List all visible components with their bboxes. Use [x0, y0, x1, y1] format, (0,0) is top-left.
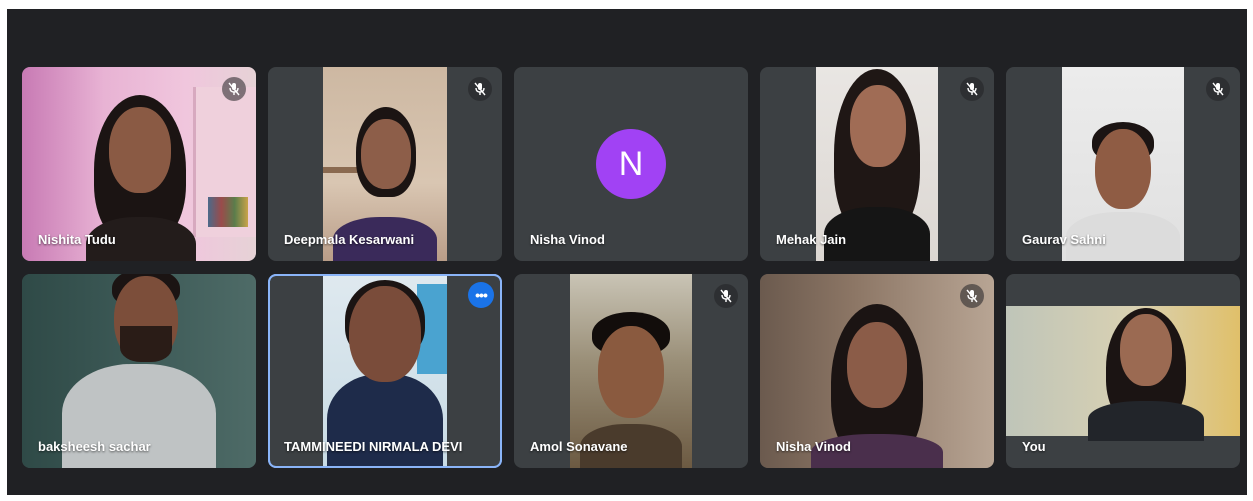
participant-tile[interactable]: Mehak Jain [760, 67, 994, 261]
beard [120, 326, 172, 362]
participant-name: Gaurav Sahni [1022, 232, 1106, 247]
participant-tile[interactable]: Deepmala Kesarwani [268, 67, 502, 261]
participant-name: Amol Sonavane [530, 439, 628, 454]
participant-tile[interactable]: N Nisha Vinod [514, 67, 748, 261]
participant-tile[interactable]: Nisha Vinod [760, 274, 994, 468]
participant-tile[interactable]: Nishita Tudu [22, 67, 256, 261]
more-options-button[interactable]: ••• [468, 282, 494, 308]
participant-name: Nisha Vinod [776, 439, 851, 454]
meeting-stage: Nishita Tudu Deepmala Kesarwani N Nisha … [7, 9, 1247, 495]
mic-off-icon [714, 284, 738, 308]
bookshelf-books [208, 197, 248, 227]
participant-figure [1086, 306, 1206, 441]
participant-tile-self[interactable]: You [1006, 274, 1240, 468]
participant-name: You [1022, 439, 1046, 454]
participant-name: TAMMINEEDI NIRMALA DEVI [284, 439, 463, 454]
participant-tile-active[interactable]: ••• TAMMINEEDI NIRMALA DEVI [268, 274, 502, 468]
avatar: N [596, 129, 666, 199]
mic-off-icon [222, 77, 246, 101]
participant-name: Mehak Jain [776, 232, 847, 247]
participant-name: Nisha Vinod [530, 232, 605, 247]
participant-tile[interactable]: baksheesh sachar [22, 274, 256, 468]
mic-off-icon [1206, 77, 1230, 101]
mic-off-icon [960, 284, 984, 308]
participant-tile[interactable]: Gaurav Sahni [1006, 67, 1240, 261]
participant-name: baksheesh sachar [38, 439, 151, 454]
participant-tile[interactable]: Amol Sonavane [514, 274, 748, 468]
mic-off-icon [468, 77, 492, 101]
mic-off-icon [960, 77, 984, 101]
participant-name: Nishita Tudu [38, 232, 116, 247]
participant-video [1006, 306, 1240, 441]
participant-name: Deepmala Kesarwani [284, 232, 415, 247]
